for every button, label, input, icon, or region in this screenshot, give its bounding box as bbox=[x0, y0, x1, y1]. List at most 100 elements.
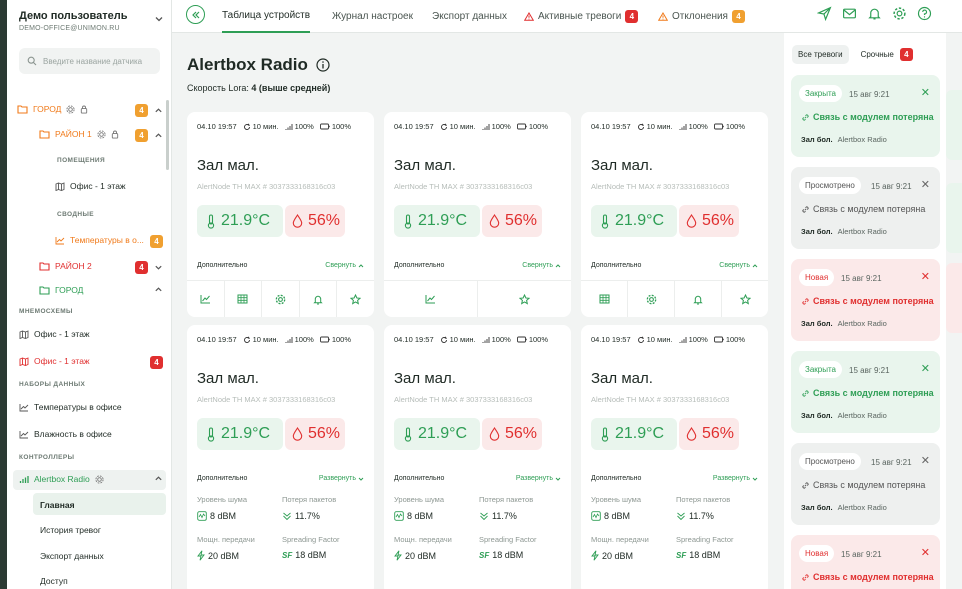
lock-icon[interactable] bbox=[111, 130, 119, 139]
close-alert-button[interactable]: ✕ bbox=[921, 454, 930, 467]
search-box[interactable] bbox=[19, 48, 160, 74]
controller-sub-export[interactable]: Экспорт данных bbox=[40, 551, 104, 561]
search-input[interactable] bbox=[43, 56, 153, 66]
gear-icon[interactable] bbox=[892, 6, 907, 21]
tree-item-city[interactable]: ГОРОД bbox=[17, 104, 88, 114]
user-menu[interactable]: Демо пользователь DEMO-OFFICE@UNIMON.RU bbox=[19, 10, 164, 32]
tree-item-city2[interactable]: ГОРОД bbox=[39, 285, 83, 295]
device-card[interactable]: 04.10 19:57 10 мин. 100% 100% Зал мал. A… bbox=[581, 112, 768, 317]
tab-device-table[interactable]: Таблица устройств bbox=[222, 0, 311, 33]
controller-sub-main[interactable]: Главная bbox=[40, 500, 75, 510]
lock-icon[interactable] bbox=[80, 105, 88, 114]
tab-active-alarms[interactable]: Активные тревоги 4 bbox=[524, 0, 639, 33]
device-card[interactable]: 04.10 19:57 10 мин. 100% 100% Зал мал. A… bbox=[384, 112, 571, 317]
tab-urgent-alerts[interactable]: Срочные 4 bbox=[855, 43, 919, 66]
update-interval-text: 10 мин. bbox=[646, 335, 673, 344]
chevron-up-icon[interactable] bbox=[154, 131, 163, 140]
close-alert-button[interactable]: ✕ bbox=[921, 270, 930, 283]
update-interval-text: 10 мин. bbox=[252, 335, 279, 344]
alert-message[interactable]: Связь с модулем потеряна bbox=[801, 296, 934, 306]
mnemo-item-alert[interactable]: Офис - 1 этаж bbox=[19, 356, 90, 366]
dataset-item[interactable]: Температуры в офисе bbox=[19, 402, 122, 412]
tree-item-office-floor[interactable]: Офис - 1 этаж bbox=[55, 181, 126, 191]
chevron-up-icon[interactable] bbox=[154, 285, 163, 294]
info-icon[interactable] bbox=[316, 58, 330, 72]
collapse-sidebar-button[interactable] bbox=[186, 5, 205, 24]
controller-item-alertbox[interactable]: Alertbox Radio bbox=[19, 474, 104, 484]
alert-card[interactable]: Новая 15 авг 9:21 ✕ Связь с модулем поте… bbox=[791, 259, 940, 341]
table-action-button[interactable] bbox=[581, 281, 628, 317]
gear-action-button[interactable] bbox=[262, 281, 300, 317]
chevron-down-icon[interactable] bbox=[154, 14, 164, 24]
tree-item-temps-office[interactable]: Температуры в о... bbox=[55, 235, 144, 245]
dataset-item[interactable]: Влажность в офисе bbox=[19, 429, 112, 439]
tx-power-value-text: 20 dBM bbox=[208, 550, 240, 561]
battery-level: 100% bbox=[516, 122, 548, 131]
alert-card[interactable]: Просмотрено 15 авг 9:21 ✕ Связь с модуле… bbox=[791, 443, 940, 525]
top-navigation: Таблица устройств Журнал настроек Экспор… bbox=[172, 0, 962, 33]
chevron-up-icon bbox=[358, 263, 364, 267]
tab-data-export[interactable]: Экспорт данных bbox=[432, 0, 507, 33]
expand-toggle[interactable]: Развернуть bbox=[319, 475, 364, 482]
star-action-button[interactable] bbox=[478, 281, 571, 317]
device-card[interactable]: 04.10 19:57 10 мин. 100% 100% Зал мал. A… bbox=[187, 325, 374, 589]
tab-deviations[interactable]: Отклонения 4 bbox=[658, 0, 745, 33]
controller-sub-access[interactable]: Доступ bbox=[40, 576, 68, 586]
tab-all-alerts[interactable]: Все тревоги bbox=[792, 45, 849, 64]
bell-action-button[interactable] bbox=[675, 281, 722, 317]
tree-item-district2[interactable]: РАЙОН 2 bbox=[39, 261, 92, 271]
star-action-button[interactable] bbox=[722, 281, 768, 317]
close-alert-button[interactable]: ✕ bbox=[921, 546, 930, 559]
close-alert-button[interactable]: ✕ bbox=[921, 178, 930, 191]
controller-sub-alert-history[interactable]: История тревог bbox=[40, 525, 101, 535]
update-interval: 10 мин. bbox=[440, 335, 476, 344]
close-alert-button[interactable]: ✕ bbox=[921, 86, 930, 99]
help-icon[interactable] bbox=[917, 6, 932, 21]
bell-icon[interactable] bbox=[867, 6, 882, 21]
collapse-toggle[interactable]: Свернуть bbox=[325, 262, 364, 269]
device-name: Зал мал. bbox=[197, 157, 259, 174]
folder-icon bbox=[39, 286, 50, 295]
alert-status-pill: Закрыта bbox=[799, 361, 843, 378]
signal-icon bbox=[285, 336, 293, 343]
datasets-section-title: НАБОРЫ ДАННЫХ bbox=[19, 381, 86, 388]
mnemo-item[interactable]: Офис - 1 этаж bbox=[19, 329, 90, 339]
gear-icon[interactable] bbox=[97, 129, 106, 139]
collapse-toggle[interactable]: Свернуть bbox=[719, 262, 758, 269]
gear-icon[interactable] bbox=[66, 104, 75, 114]
bell-action-button[interactable] bbox=[300, 281, 338, 317]
chevron-down-icon[interactable] bbox=[154, 263, 163, 272]
gear-icon[interactable] bbox=[95, 474, 104, 484]
alert-message[interactable]: Связь с модулем потеряна bbox=[801, 204, 925, 214]
alert-card[interactable]: Просмотрено 15 авг 9:21 ✕ Связь с модуле… bbox=[791, 167, 940, 249]
collapse-toggle[interactable]: Свернуть bbox=[522, 262, 561, 269]
device-card[interactable]: 04.10 19:57 10 мин. 100% 100% Зал мал. A… bbox=[187, 112, 374, 317]
tab-settings-log[interactable]: Журнал настроек bbox=[332, 0, 413, 33]
alert-card[interactable]: Закрыта 15 авг 9:21 ✕ Связь с модулем по… bbox=[791, 351, 940, 433]
chart-action-button[interactable] bbox=[384, 281, 478, 317]
alert-card[interactable]: Закрыта 15 авг 9:21 ✕ Связь с модулем по… bbox=[791, 75, 940, 157]
rooms-section-title: ПОМЕЩЕНИЯ bbox=[57, 157, 106, 164]
chevron-up-icon[interactable] bbox=[154, 474, 163, 483]
star-action-button[interactable] bbox=[337, 281, 374, 317]
expand-toggle[interactable]: Развернуть bbox=[516, 475, 561, 482]
alert-message[interactable]: Связь с модулем потеряна bbox=[801, 480, 925, 490]
alert-message[interactable]: Связь с модулем потеряна bbox=[801, 572, 934, 582]
battery-level-text: 100% bbox=[725, 122, 745, 131]
expand-toggle[interactable]: Развернуть bbox=[713, 475, 758, 482]
device-card[interactable]: 04.10 19:57 10 мин. 100% 100% Зал мал. A… bbox=[384, 325, 571, 589]
close-alert-button[interactable]: ✕ bbox=[921, 362, 930, 375]
alert-card[interactable]: Новая 15 авг 9:21 ✕ Связь с модулем поте… bbox=[791, 535, 940, 589]
power-bolt-icon bbox=[591, 550, 599, 561]
alert-message[interactable]: Связь с модулем потеряна bbox=[801, 112, 934, 122]
chart-action-button[interactable] bbox=[187, 281, 225, 317]
gear-action-button[interactable] bbox=[628, 281, 675, 317]
device-card[interactable]: 04.10 19:57 10 мин. 100% 100% Зал мал. A… bbox=[581, 325, 768, 589]
sidebar-scrollbar[interactable] bbox=[166, 100, 169, 170]
table-action-button[interactable] bbox=[225, 281, 263, 317]
chevron-up-icon[interactable] bbox=[154, 106, 163, 115]
mail-icon[interactable] bbox=[842, 6, 857, 21]
send-icon[interactable] bbox=[817, 6, 832, 21]
alert-message[interactable]: Связь с модулем потеряна bbox=[801, 388, 934, 398]
tree-item-district1[interactable]: РАЙОН 1 bbox=[39, 129, 119, 139]
